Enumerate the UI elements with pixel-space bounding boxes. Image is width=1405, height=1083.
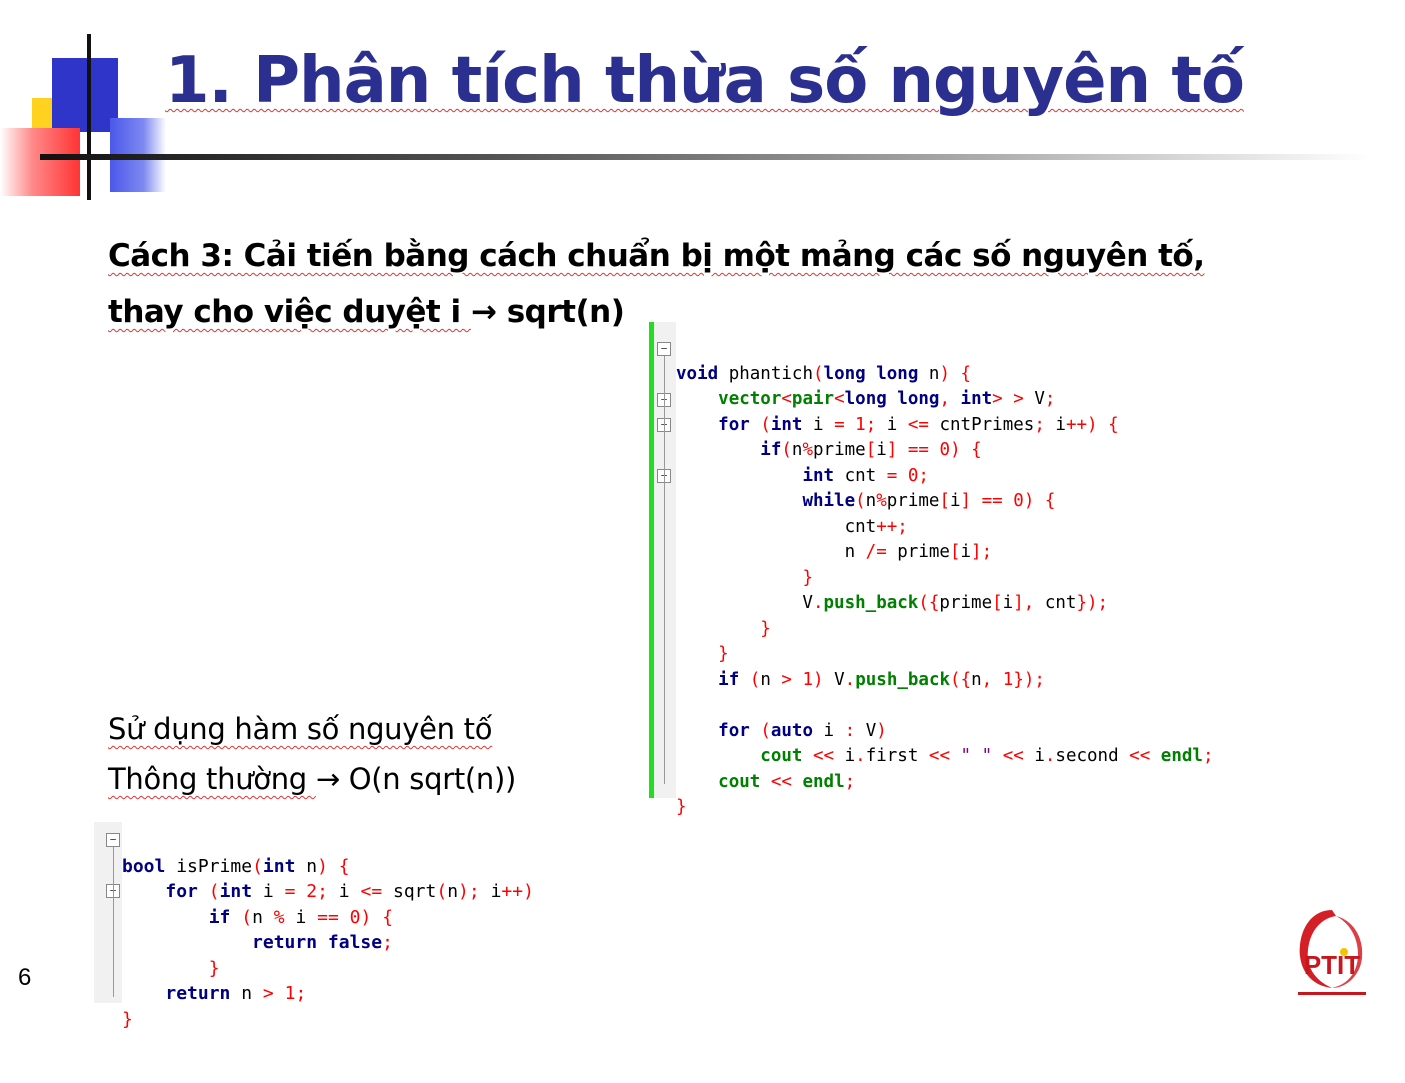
note-prime-function: Sử dụng hàm số nguyên tố (108, 712, 492, 746)
page-number: 6 (18, 964, 32, 991)
code-line: } (802, 567, 813, 588)
code-line: V.push_back({prime[i], cnt}); (676, 593, 1109, 613)
code-line: } (208, 957, 220, 979)
fold-guide-line (664, 356, 665, 784)
code-line: for (auto i : V) (718, 720, 887, 741)
method-heading-line1: Cách 3: Cải tiến bằng cách chuẩn bị một … (108, 238, 1205, 274)
code-block-phantich: void phantich(long long n) { vector<pair… (676, 336, 1214, 872)
code-line: if(n%prime[i] == 0) { (760, 440, 982, 460)
note-line2-suffix: O(n sqrt(n)) (339, 762, 517, 796)
code-line: bool isPrime(int n) { (122, 855, 350, 877)
code-line: return false; (252, 932, 393, 953)
ptit-logo: PTIT (1292, 906, 1372, 1000)
fold-toggle-icon[interactable]: − (106, 833, 120, 847)
method-heading-second: thay cho việc duyệt i → sqrt(n) (108, 294, 625, 330)
arrow-right-icon: → (470, 294, 497, 330)
code-gutter (94, 822, 122, 1003)
arrow-right-icon: → (315, 762, 340, 796)
code-line: void phantich(long long n) { (676, 363, 972, 384)
ptit-logo-text: PTIT (1304, 950, 1360, 980)
code-block-isprime: bool isPrime(int n) { for (int i = 2; i … (122, 828, 534, 1083)
code-line: for (int i = 2; i <= sqrt(n); i++) (165, 881, 534, 902)
fold-guide-line (113, 847, 114, 997)
code-panel-phantich: void phantich(long long n) { vector<pair… (676, 322, 1376, 817)
method-heading: Cách 3: Cải tiến bằng cách chuẩn bị một … (108, 238, 1205, 274)
code-line: } (122, 1008, 133, 1030)
note-complexity: Thông thường → O(n sqrt(n)) (108, 762, 516, 796)
title-ornament-vertical-line (87, 34, 91, 200)
title-underline (40, 154, 1370, 160)
code-panel-isprime: bool isPrime(int n) { for (int i = 2; i … (122, 822, 652, 1030)
title-ornament-blue (52, 58, 118, 132)
code-line: while(n%prime[i] == 0) { (802, 491, 1056, 511)
note-line2-prefix: Thông thường (108, 762, 316, 796)
code-line: } (676, 797, 687, 817)
code-line: } (718, 644, 729, 664)
method-heading-line2-suffix: sqrt(n) (496, 294, 625, 330)
fold-toggle-icon[interactable]: − (657, 342, 671, 356)
code-line: vector<pair<long long, int> > V; (718, 389, 1056, 409)
code-line: int cnt = 0; (802, 465, 929, 486)
code-line: n /= prime[i]; (676, 542, 993, 562)
code-line: cnt++; (676, 516, 908, 537)
code-line: if (n > 1) V.push_back({n, 1}); (718, 669, 1045, 690)
code-line: cout << i.first << " " << i.second << en… (760, 746, 1214, 766)
note-line1: Sử dụng hàm số nguyên tố (108, 712, 493, 746)
code-line: } (760, 618, 771, 639)
code-line: for (int i = 1; i <= cntPrimes; i++) { (718, 414, 1119, 435)
code-line: if (n % i == 0) { (208, 906, 394, 928)
title-ornament-red (0, 128, 80, 196)
code-line: cout << endl; (718, 771, 856, 792)
method-heading-line2-prefix: thay cho việc duyệt i (108, 294, 471, 330)
slide-title: 1. Phân tích thừa số nguyên tố (165, 44, 1245, 118)
